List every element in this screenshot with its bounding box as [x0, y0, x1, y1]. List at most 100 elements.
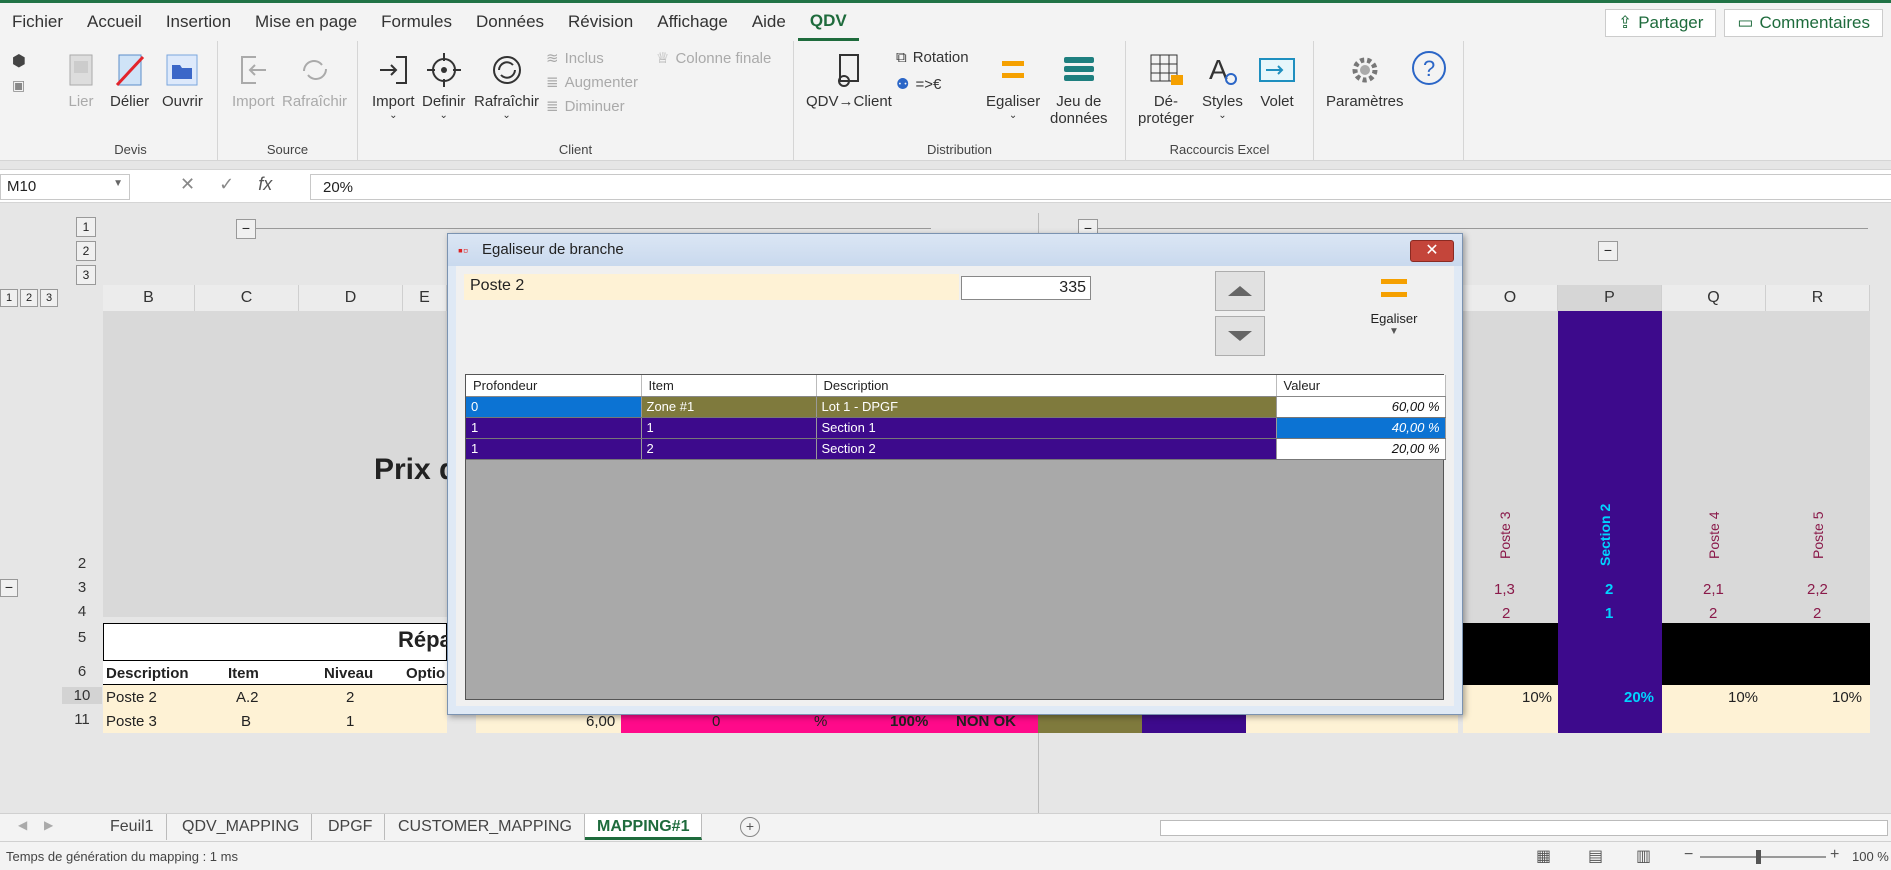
- definir-button[interactable]: Definir ⌄: [422, 51, 465, 121]
- col-header-e[interactable]: E: [403, 285, 447, 311]
- cell-q4[interactable]: 2: [1709, 605, 1717, 622]
- col-header-q[interactable]: Q: [1662, 285, 1766, 311]
- cell-g11[interactable]: 0: [712, 713, 720, 730]
- menu-insertion[interactable]: Insertion: [154, 3, 243, 41]
- comments-button[interactable]: ▭ Commentaires: [1724, 9, 1883, 37]
- grid-cell-item[interactable]: 1: [641, 417, 817, 439]
- col-header-r[interactable]: R: [1766, 285, 1870, 311]
- move-down-button[interactable]: [1215, 316, 1265, 356]
- cell-r4[interactable]: 2: [1813, 605, 1821, 622]
- formula-input[interactable]: 20%: [310, 174, 1891, 200]
- header-profondeur[interactable]: Profondeur: [466, 375, 642, 397]
- tab-feuil1[interactable]: Feuil1: [98, 814, 167, 840]
- tab-scroll-right-icon[interactable]: ▶: [44, 818, 53, 832]
- menu-donnees[interactable]: Données: [464, 3, 556, 41]
- help-button[interactable]: ?: [1410, 49, 1448, 90]
- parametres-button[interactable]: Paramètres: [1326, 51, 1404, 110]
- zoom-level[interactable]: 100 %: [1852, 849, 1889, 864]
- cell-h11[interactable]: %: [814, 713, 827, 730]
- row-collapse-button[interactable]: −: [0, 579, 18, 597]
- header-description[interactable]: Description: [816, 375, 1277, 397]
- grid-cell-description[interactable]: Section 2: [816, 438, 1277, 460]
- name-box[interactable]: M10 ▼: [0, 174, 130, 200]
- grid-cell-profondeur[interactable]: 1: [466, 438, 642, 460]
- normal-view-icon[interactable]: ▦: [1536, 846, 1551, 866]
- menu-affichage[interactable]: Affichage: [645, 3, 740, 41]
- cell-b11[interactable]: Poste 3: [106, 713, 157, 730]
- dialog-titlebar[interactable]: ▪▫ Egaliseur de branche: [448, 234, 1462, 266]
- cell-o3[interactable]: 1,3: [1494, 581, 1515, 598]
- zoom-slider[interactable]: [1700, 856, 1826, 858]
- row-number-5[interactable]: 5: [62, 629, 102, 646]
- row-number-3[interactable]: 3: [62, 579, 102, 596]
- inclus-button[interactable]: ≋ Inclus: [546, 49, 604, 68]
- cell-o4[interactable]: 2: [1502, 605, 1510, 622]
- grid-cell-valeur[interactable]: 40,00 %: [1276, 417, 1446, 439]
- grid-cell-profondeur[interactable]: 1: [466, 417, 642, 439]
- tab-dpgf[interactable]: DPGF: [316, 814, 386, 840]
- menu-mise-en-page[interactable]: Mise en page: [243, 3, 369, 41]
- menu-formules[interactable]: Formules: [369, 3, 464, 41]
- collapse-group-button[interactable]: −: [236, 219, 256, 239]
- cell-p3[interactable]: 2: [1605, 581, 1613, 598]
- page-layout-icon[interactable]: ▤: [1588, 846, 1603, 866]
- source-import-button[interactable]: Import: [232, 51, 275, 110]
- styles-button[interactable]: A Styles ⌄: [1202, 51, 1243, 121]
- row-number-2[interactable]: 2: [62, 555, 102, 572]
- grid-cell-valeur[interactable]: 20,00 %: [1276, 438, 1446, 460]
- cube-icon[interactable]: ⬢: [12, 51, 26, 71]
- grid-cell-profondeur[interactable]: 0: [466, 396, 642, 418]
- header-item[interactable]: Item: [641, 375, 817, 397]
- cell-c10[interactable]: A.2: [236, 689, 259, 706]
- grid-cell-description[interactable]: Section 1: [816, 417, 1277, 439]
- share-button[interactable]: ⇪ Partager: [1604, 9, 1717, 37]
- grid-cell-item[interactable]: Zone #1: [641, 396, 817, 418]
- grid-row[interactable]: 1 2 Section 2 20,00 %: [466, 438, 1446, 460]
- collapse-subgroup-button[interactable]: −: [1598, 241, 1618, 261]
- cell-c11[interactable]: B: [241, 713, 251, 730]
- cell-p4[interactable]: 1: [1605, 605, 1613, 622]
- page-break-icon[interactable]: ▥: [1636, 846, 1651, 866]
- row-level-2[interactable]: 2: [20, 289, 38, 307]
- grid-row[interactable]: 0 Zone #1 Lot 1 - DPGF 60,00 %: [466, 396, 1446, 418]
- lier-button[interactable]: Lier: [62, 51, 100, 110]
- header-valeur[interactable]: Valeur: [1276, 375, 1446, 397]
- col-header-b[interactable]: B: [103, 285, 195, 311]
- cell-f11[interactable]: 6,00: [586, 713, 615, 730]
- poste-value-field[interactable]: 335: [961, 276, 1091, 300]
- move-up-button[interactable]: [1215, 271, 1265, 311]
- cell-b10[interactable]: Poste 2: [106, 689, 157, 706]
- tab-customer-mapping[interactable]: CUSTOMER_MAPPING: [386, 814, 585, 840]
- cell-q3[interactable]: 2,1: [1703, 581, 1724, 598]
- cell-r3[interactable]: 2,2: [1807, 581, 1828, 598]
- cell-r10[interactable]: 10%: [1832, 689, 1862, 706]
- augmenter-button[interactable]: ≣ Augmenter: [546, 73, 638, 92]
- euro-button[interactable]: ⚉ =>€: [896, 75, 941, 94]
- col-header-p[interactable]: P: [1558, 285, 1662, 311]
- row-number-6[interactable]: 6: [62, 663, 102, 680]
- volet-button[interactable]: Volet: [1258, 51, 1296, 110]
- menu-accueil[interactable]: Accueil: [75, 3, 154, 41]
- row-level-1[interactable]: 1: [0, 289, 18, 307]
- rotation-button[interactable]: ⧉ Rotation: [896, 49, 969, 66]
- grid-row[interactable]: 1 1 Section 1 40,00 %: [466, 417, 1446, 439]
- row-number-11[interactable]: 11: [62, 711, 102, 728]
- col-header-d[interactable]: D: [299, 285, 403, 311]
- jeu-de-donnees-button[interactable]: Jeu de données: [1050, 51, 1108, 127]
- menu-revision[interactable]: Révision: [556, 3, 645, 41]
- row-level-3[interactable]: 3: [40, 289, 58, 307]
- grid-cell-item[interactable]: 2: [641, 438, 817, 460]
- colonne-finale-button[interactable]: ♕ Colonne finale: [656, 49, 771, 68]
- robot-icon[interactable]: ▣: [12, 77, 25, 94]
- cell-d11[interactable]: 1: [346, 713, 354, 730]
- cell-o10[interactable]: 10%: [1522, 689, 1552, 706]
- menu-qdv[interactable]: QDV: [797, 3, 859, 41]
- zoom-in-icon[interactable]: +: [1830, 846, 1839, 864]
- col-header-c[interactable]: C: [195, 285, 299, 311]
- zoom-out-icon[interactable]: −: [1684, 846, 1693, 864]
- source-refresh-button[interactable]: Rafraîchir: [282, 51, 347, 110]
- zoom-slider-handle[interactable]: [1756, 850, 1761, 864]
- tab-qdv-mapping[interactable]: QDV_MAPPING: [170, 814, 313, 840]
- cell-p10[interactable]: 20%: [1624, 689, 1654, 706]
- row-number-10[interactable]: 10: [62, 687, 102, 704]
